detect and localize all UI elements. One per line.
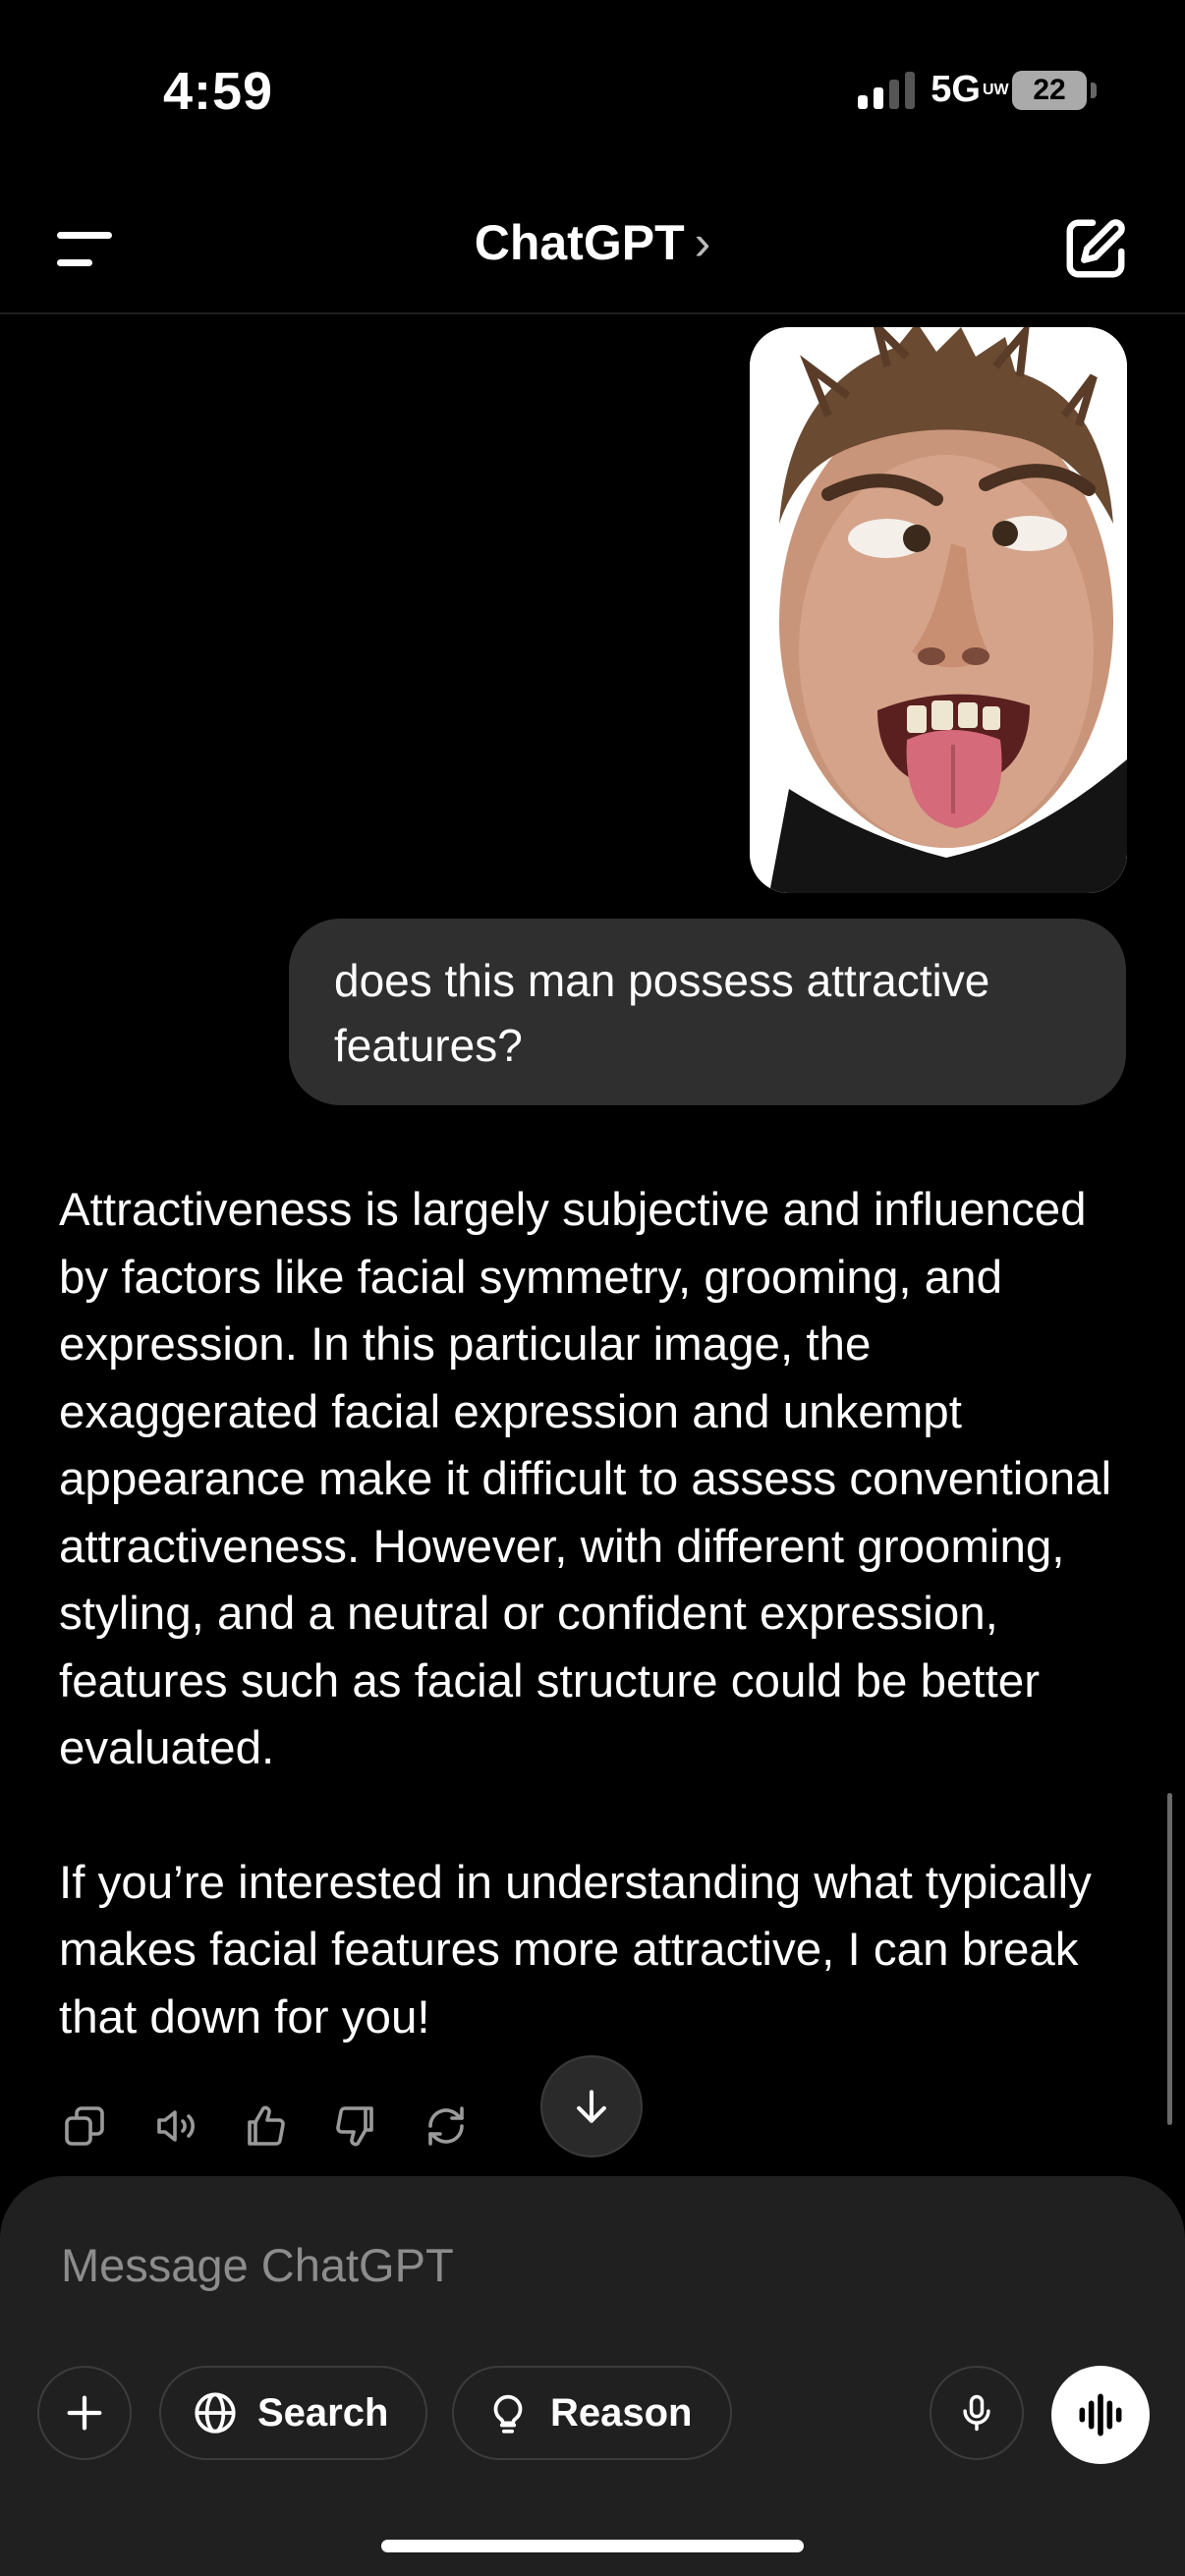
chevron-right-icon: › [694, 215, 711, 270]
voice-waveform-icon [1079, 2393, 1122, 2436]
message-input[interactable]: Message ChatGPT [61, 2238, 454, 2292]
network-label: 5G UW [931, 69, 1009, 110]
plus-icon [67, 2395, 102, 2431]
assistant-paragraph: If you’re interested in understanding wh… [59, 1856, 1092, 2044]
voice-mode-button[interactable] [1051, 2366, 1150, 2464]
search-button[interactable]: Search [159, 2366, 428, 2460]
signal-icon [858, 71, 916, 109]
reason-label: Reason [550, 2390, 693, 2435]
assistant-message: Attractiveness is largely subjective and… [59, 1177, 1130, 2051]
battery-indicator: 22 [1012, 70, 1097, 110]
copy-icon[interactable] [61, 2102, 108, 2150]
scroll-down-button[interactable] [540, 2055, 643, 2157]
search-label: Search [257, 2390, 389, 2435]
message-actions [61, 2102, 470, 2150]
speaker-icon[interactable] [151, 2102, 198, 2150]
regenerate-icon[interactable] [423, 2102, 470, 2150]
globe-icon [195, 2392, 236, 2434]
dictate-button[interactable] [930, 2366, 1024, 2460]
thumbs-up-icon[interactable] [242, 2102, 289, 2150]
lightbulb-icon [493, 2394, 523, 2434]
user-message-bubble: does this man possess attractive feature… [289, 919, 1126, 1105]
thumbs-down-icon[interactable] [332, 2102, 379, 2150]
assistant-paragraph: Attractiveness is largely subjective and… [59, 1184, 1112, 1774]
user-uploaded-image[interactable] [750, 327, 1127, 893]
home-indicator[interactable] [381, 2540, 804, 2552]
status-indicators: 5G UW 22 [858, 69, 1097, 111]
mic-icon [963, 2394, 990, 2432]
arrow-down-icon [577, 2090, 606, 2123]
status-time: 4:59 [163, 62, 274, 121]
model-title[interactable]: ChatGPT › [0, 214, 1185, 271]
scrollbar[interactable] [1167, 1793, 1172, 2125]
add-attachment-button[interactable] [37, 2366, 132, 2460]
reason-button[interactable]: Reason [452, 2366, 732, 2460]
edit-icon[interactable] [1061, 214, 1130, 283]
